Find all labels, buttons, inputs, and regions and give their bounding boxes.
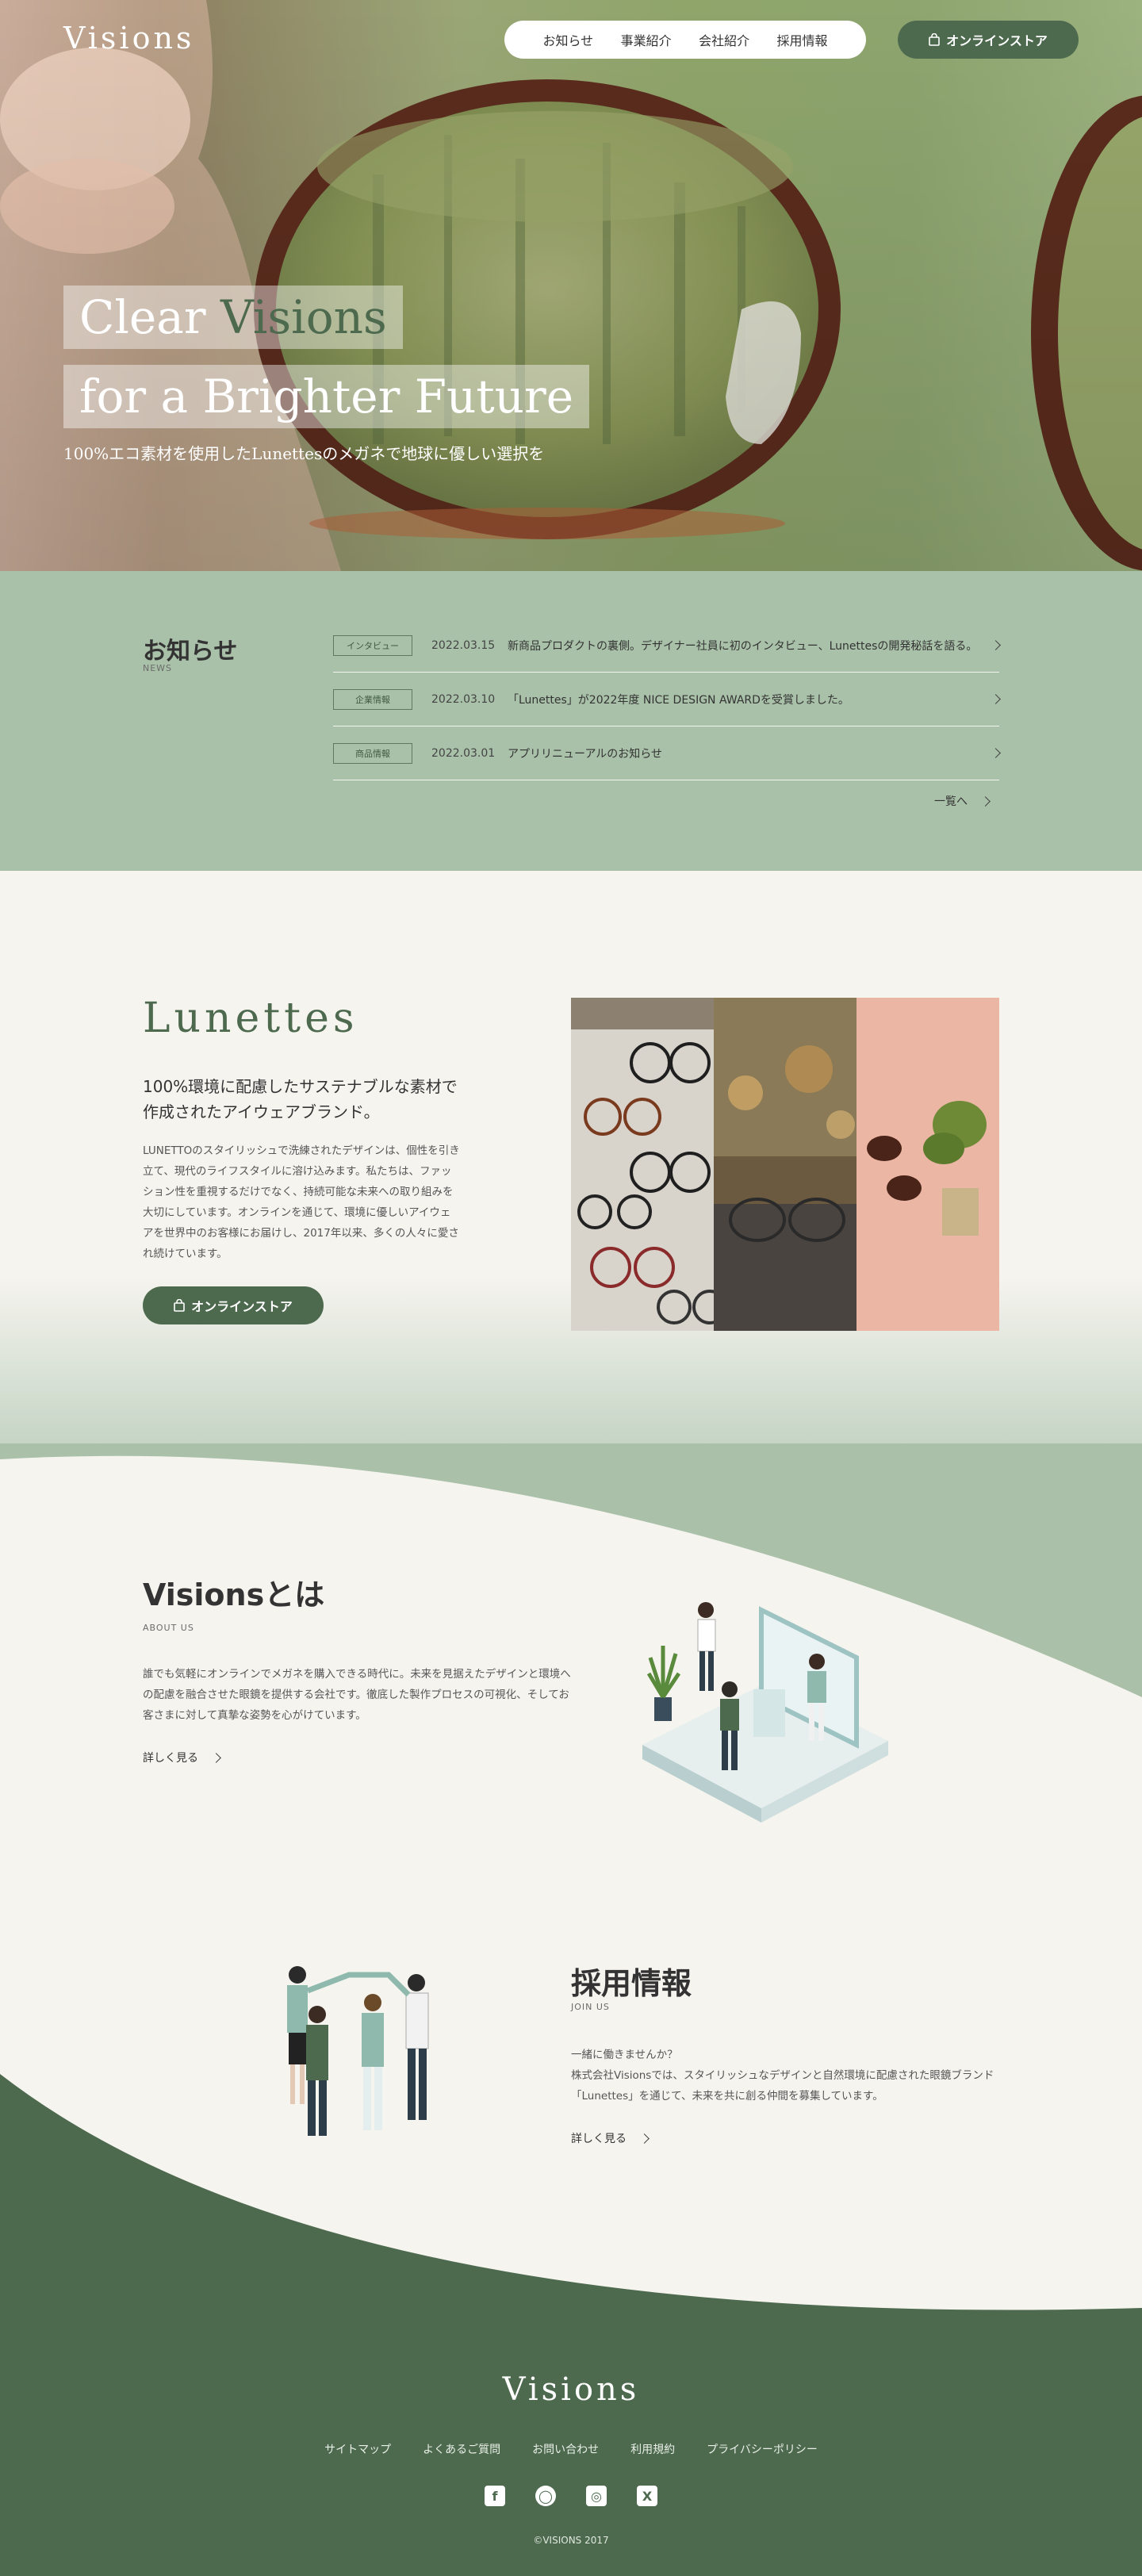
instagram-icon[interactable]: ◎ — [586, 2486, 607, 2506]
news-date: 2022.03.10 — [431, 692, 496, 706]
lunettes-store-button[interactable]: オンラインストア — [143, 1286, 324, 1324]
footer-links: サイトマップ よくあるご質問 お問い合わせ 利用規約 プライバシーポリシー — [0, 2441, 1142, 2457]
lunettes-body: LUNETTOのスタイリッシュで洗練されたデザインは、個性を引き立て、現代のライ… — [143, 1144, 460, 1260]
lunettes-store-label: オンラインストア — [191, 1299, 293, 1314]
recruit-body-2: 株式会社Visionsでは、スタイリッシュなデザインと自然環境に配慮された眼鏡ブ… — [571, 2069, 994, 2103]
recruit-more-link[interactable]: 詳しく見る — [571, 2130, 650, 2146]
about-section: Visionsとは ABOUT US 誰でも気軽にオンラインでメガネを購入できる… — [0, 1570, 1142, 1840]
news-text: アプリリニューアルのお知らせ — [508, 747, 663, 761]
news-tag: 商品情報 — [333, 742, 412, 764]
news-title-en: NEWS — [143, 663, 173, 673]
about-title-en: ABOUT US — [143, 1623, 194, 1633]
recruit-body: 一緒に働きませんか？ 株式会社Visionsでは、スタイリッシュなデザインと自然… — [571, 2045, 999, 2106]
chevron-right-icon — [991, 748, 1001, 758]
news-item[interactable]: 企業情報 2022.03.10 「Lunettes」が2022年度 NICE D… — [333, 673, 1001, 726]
lunettes-lead-2: 作成されたアイウェアブランド。 — [143, 1102, 380, 1121]
photo-glasses-table — [714, 998, 856, 1331]
recruit-body-1: 一緒に働きませんか？ — [571, 2049, 678, 2061]
hero-headline-1a: Clear — [79, 290, 220, 344]
footer: Visions サイトマップ よくあるご質問 お問い合わせ 利用規約 プライバシ… — [0, 2340, 1142, 2576]
news-section: お知らせ NEWS インタビュー 2022.03.15 新商品プロダクトの裏側。… — [0, 571, 1142, 871]
news-date: 2022.03.01 — [431, 746, 496, 760]
chevron-right-icon — [639, 2133, 650, 2144]
chevron-right-icon — [980, 795, 991, 807]
nav-item-news[interactable]: お知らせ — [542, 30, 593, 49]
footer-link-contact[interactable]: お問い合わせ — [532, 2441, 599, 2457]
main-nav: お知らせ 事業紹介 会社紹介 採用情報 — [504, 21, 866, 59]
bag-icon — [174, 1299, 185, 1312]
recruit-title: 採用情報 — [571, 1966, 692, 2001]
chevron-right-icon — [991, 640, 1001, 650]
about-more-link[interactable]: 詳しく見る — [143, 1750, 221, 1765]
news-more-label: 一覧へ — [934, 795, 968, 808]
about-body: 誰でも気軽にオンラインでメガネを購入できる時代に。未来を見据えたデザインと環境へ… — [143, 1668, 571, 1722]
photo-glasses-display — [571, 998, 727, 1331]
hero-section: Visions お知らせ 事業紹介 会社紹介 採用情報 オンラインストア Cle… — [0, 0, 1142, 571]
footer-logo[interactable]: Visions — [0, 2371, 1142, 2408]
news-text: 新商品プロダクトの裏側。デザイナー社員に初のインタビュー、Lunettesの開発… — [508, 639, 978, 653]
news-title: お知らせ — [143, 638, 238, 665]
news-more-link[interactable]: 一覧へ — [934, 793, 991, 809]
nav-item-company[interactable]: 会社紹介 — [699, 30, 749, 49]
recruit-illustration — [287, 1966, 429, 2136]
social-links: f ◯ ◎ X — [0, 2486, 1142, 2506]
hero-headline-2: for a Brighter Future — [63, 365, 590, 428]
footer-link-sitemap[interactable]: サイトマップ — [324, 2441, 391, 2457]
news-text: 「Lunettes」が2022年度 NICE DESIGN AWARDを受賞しま… — [508, 693, 849, 707]
lunettes-lead-1: 100%環境に配慮したサステナブルな素材で — [143, 1077, 458, 1096]
footer-link-terms[interactable]: 利用規約 — [630, 2441, 675, 2457]
site-logo[interactable]: Visions — [63, 21, 194, 56]
footer-link-faq[interactable]: よくあるご質問 — [423, 2441, 500, 2457]
recruit-title-en: JOIN US — [571, 2002, 610, 2012]
about-more-label: 詳しく見る — [143, 1752, 198, 1765]
bag-icon — [929, 33, 940, 46]
copyright: ©VISIONS 2017 — [533, 2535, 609, 2546]
recruit-more-label: 詳しく見る — [571, 2133, 627, 2145]
about-illustration — [642, 1602, 888, 1823]
hero-headline-1: Clear Visions — [63, 286, 403, 349]
line-icon[interactable]: ◯ — [535, 2486, 556, 2506]
news-item[interactable]: 商品情報 2022.03.01 アプリリニューアルのお知らせ — [333, 726, 1001, 780]
news-tag: インタビュー — [333, 634, 412, 656]
nav-item-recruit[interactable]: 採用情報 — [777, 30, 828, 49]
news-tag: 企業情報 — [333, 688, 412, 710]
about-title: Visionsとは — [143, 1577, 325, 1612]
chevron-right-icon — [991, 694, 1001, 704]
photo-sunglasses-plant — [856, 998, 999, 1331]
lunettes-photos — [571, 998, 999, 1331]
recruit-section: 採用情報 JOIN US 一緒に働きませんか？ 株式会社Visionsでは、スタ… — [0, 1959, 1142, 2197]
facebook-icon[interactable]: f — [485, 2486, 505, 2506]
nav-item-business[interactable]: 事業紹介 — [621, 30, 672, 49]
hero-subtitle: 100%エコ素材を使用したLunettesのメガネで地球に優しい選択を — [63, 444, 545, 463]
lunettes-lead: 100%環境に配慮したサステナブルな素材で 作成されたアイウェアブランド。 — [143, 1074, 492, 1125]
lunettes-title: Lunettes — [143, 995, 358, 1042]
chevron-right-icon — [211, 1752, 221, 1763]
hero-headline-1b: Visions — [220, 290, 387, 344]
news-date: 2022.03.15 — [431, 638, 496, 652]
header-store-button[interactable]: オンラインストア — [898, 21, 1079, 59]
news-item[interactable]: インタビュー 2022.03.15 新商品プロダクトの裏側。デザイナー社員に初の… — [333, 619, 1001, 673]
footer-link-privacy[interactable]: プライバシーポリシー — [707, 2441, 818, 2457]
header-store-label: オンラインストア — [946, 33, 1048, 48]
x-icon[interactable]: X — [637, 2486, 657, 2506]
